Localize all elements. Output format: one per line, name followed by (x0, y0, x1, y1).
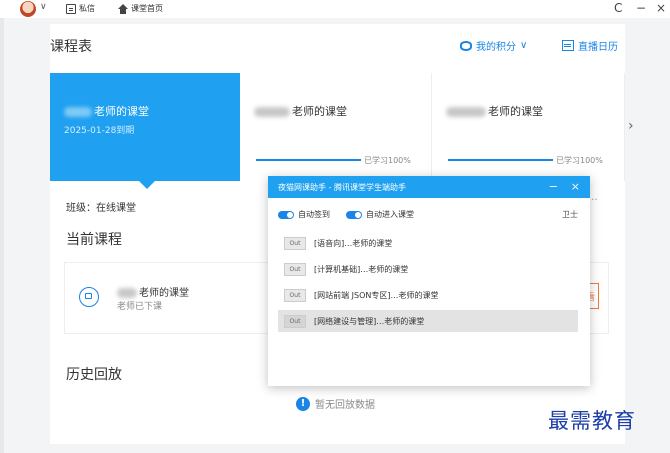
list-item[interactable]: Out [计算机基础]…老师的课堂 (278, 258, 578, 280)
home-icon (118, 3, 128, 14)
current-course-name: 老师的课堂 (117, 284, 189, 299)
helper-dialog: 夜猫网课助手 - 腾讯课堂学生端助手 − × 自动签到 自动进入课堂 卫士 Ou… (268, 176, 590, 386)
dialog-minimize-button[interactable]: − (549, 180, 558, 193)
class-label: 班级：在线课堂 (66, 203, 136, 214)
auto-signin-option[interactable]: 自动签到 (278, 209, 330, 220)
card-name-1: 老师的课堂 (64, 103, 149, 119)
coin-icon (460, 40, 472, 51)
auto-enter-label: 自动进入课堂 (366, 210, 414, 219)
blurred-name (64, 107, 92, 117)
list-item-text: [网站前端 JSON专区]…老师的课堂 (314, 290, 439, 300)
toggle-icon[interactable] (346, 210, 362, 219)
calendar-button[interactable]: 直播日历 (562, 38, 618, 53)
chevron-down-icon[interactable]: ∨ (40, 2, 47, 12)
card-name-text: 老师的课堂 (292, 105, 347, 118)
card-name-3: 老师的课堂 (446, 103, 543, 119)
progress-label: 已学习100% (364, 156, 411, 165)
calendar-label: 直播日历 (578, 42, 618, 53)
message-icon (66, 3, 76, 14)
blurred-name (254, 107, 290, 117)
chevron-right-icon[interactable]: › (628, 118, 634, 134)
current-course-status: 老师已下课 (117, 302, 163, 312)
card-name-text: 老师的课堂 (488, 105, 543, 118)
card-date: 2025-01-28到期 (64, 126, 135, 136)
progress-fill (256, 159, 361, 161)
blurred-name (446, 107, 486, 117)
dialog-options: 自动签到 自动进入课堂 卫士 (278, 209, 578, 221)
auto-enter-option[interactable]: 自动进入课堂 (346, 209, 414, 220)
message-label: 私信 (79, 4, 95, 13)
list-item-text: [计算机基础]…老师的课堂 (314, 264, 409, 274)
card-name-2: 老师的课堂 (254, 103, 347, 119)
points-label: 我的积分 (476, 42, 516, 53)
toggle-icon[interactable] (278, 210, 294, 219)
progress-bar (256, 159, 361, 161)
dialog-title: 夜猫网课助手 - 腾讯课堂学生端助手 (278, 182, 406, 192)
dialog-header: 夜猫网课助手 - 腾讯课堂学生端助手 − × (268, 176, 590, 198)
progress-fill (448, 159, 553, 161)
status-badge: Out (284, 314, 306, 328)
live-icon (79, 287, 99, 307)
dialog-right-label[interactable]: 卫士 (562, 209, 578, 220)
sidebar-edge (0, 18, 4, 453)
progress-bar (448, 159, 553, 161)
home-label: 课堂首页 (131, 4, 163, 13)
home-button[interactable]: 课堂首页 (118, 3, 163, 14)
refresh-button[interactable]: C (614, 1, 622, 15)
minimize-button[interactable]: − (636, 1, 646, 15)
message-button[interactable]: 私信 (66, 3, 95, 14)
title-bar: ∨ 私信 课堂首页 C − × (0, 0, 670, 18)
status-badge: Out (284, 262, 306, 276)
progress-label: 已学习100% (556, 156, 603, 165)
list-item-text: [语音向]…老师的课堂 (314, 238, 393, 248)
history-title: 历史回放 (66, 367, 122, 383)
dialog-close-button[interactable]: × (571, 180, 580, 193)
course-card-1[interactable]: 老师的课堂 2025-01-28到期 (50, 73, 240, 189)
blurred-name (117, 288, 137, 298)
list-item-text: [网络建设与管理]…老师的课堂 (314, 316, 425, 326)
course-card-2[interactable]: 老师的课堂 已学习100% (240, 73, 432, 181)
page-title: 课程表 (50, 39, 92, 55)
list-item-selected[interactable]: Out [网络建设与管理]…老师的课堂 (278, 310, 578, 332)
list-item[interactable]: Out [网站前端 JSON专区]…老师的课堂 (278, 284, 578, 306)
current-course-title: 当前课程 (66, 232, 122, 248)
list-item[interactable]: Out [语音向]…老师的课堂 (278, 232, 578, 254)
avatar[interactable] (20, 1, 36, 17)
calendar-icon (562, 40, 574, 51)
auto-signin-label: 自动签到 (298, 210, 330, 219)
empty-state: ! 暂无回放数据 (296, 396, 375, 411)
chevron-down-icon: ∨ (520, 40, 528, 51)
empty-text: 暂无回放数据 (315, 400, 375, 411)
points-button[interactable]: 我的积分 ∨ (460, 38, 527, 53)
close-button[interactable]: × (656, 1, 666, 15)
card-name-text: 老师的课堂 (94, 105, 149, 118)
info-icon: ! (296, 396, 310, 411)
watermark: 最需教育 (548, 409, 636, 433)
course-card-3[interactable]: 老师的课堂 已学习100% (432, 73, 625, 181)
status-badge: Out (284, 236, 306, 250)
current-course-name-text: 老师的课堂 (139, 288, 189, 299)
status-badge: Out (284, 288, 306, 302)
